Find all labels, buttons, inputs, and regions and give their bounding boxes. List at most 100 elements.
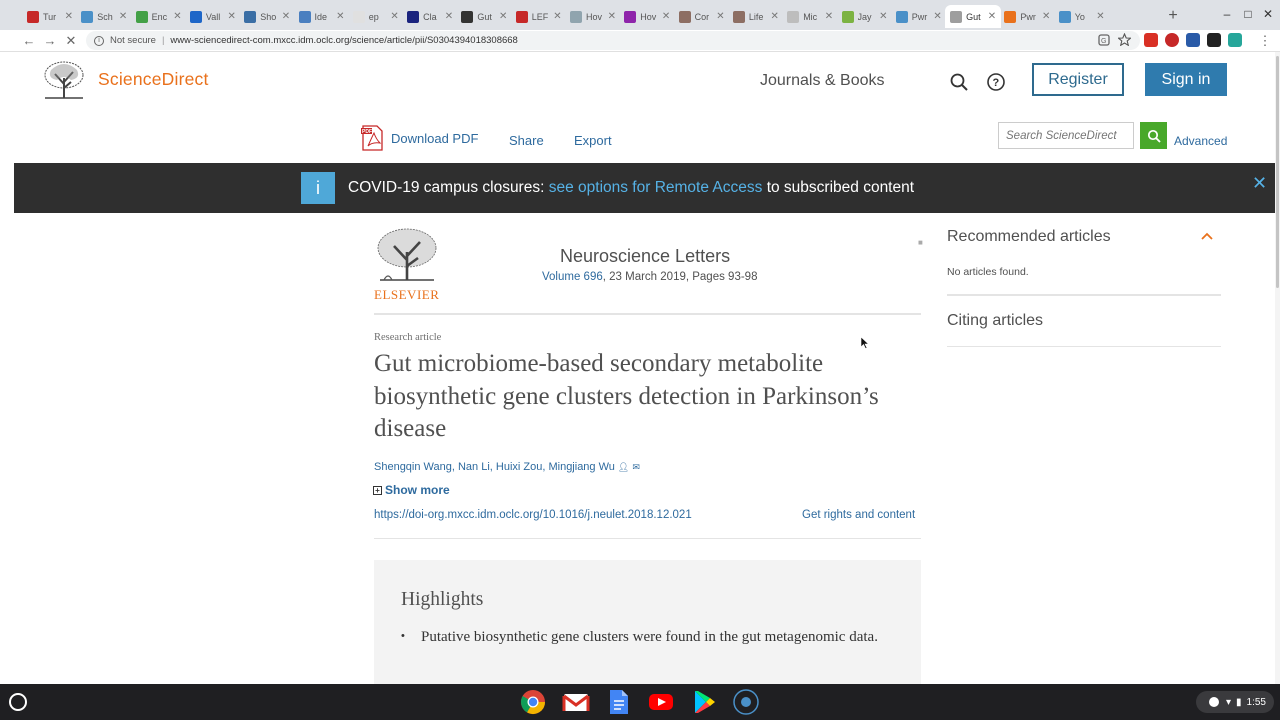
pocket-extension-icon[interactable] <box>1186 33 1200 47</box>
chrome-app-icon[interactable] <box>519 688 547 716</box>
tab-close-icon[interactable]: ✕ <box>553 11 561 22</box>
address-bar[interactable]: i Not secure | www-sciencedirect-com.mxc… <box>86 31 1140 50</box>
register-button[interactable]: Register <box>1032 63 1124 96</box>
gmail-extension-icon[interactable] <box>1144 33 1158 47</box>
elsevier-tree-logo-icon[interactable] <box>41 60 87 100</box>
tab-6[interactable]: ep ✕ <box>348 5 404 28</box>
minimize-icon[interactable]: – <box>1216 6 1238 22</box>
sign-in-button[interactable]: Sign in <box>1145 63 1227 96</box>
tab-11[interactable]: Hov ✕ <box>619 5 675 28</box>
tab-9[interactable]: LEF ✕ <box>511 5 567 28</box>
forward-icon[interactable]: → <box>41 32 59 50</box>
scrollbar-thumb[interactable] <box>1276 56 1279 288</box>
tab-close-icon[interactable]: ✕ <box>608 11 616 22</box>
tab-1[interactable]: Sch ✕ <box>76 5 132 28</box>
volume-link[interactable]: Volume 696 <box>542 271 603 283</box>
tab-close-icon[interactable]: ✕ <box>228 11 236 22</box>
extension-icon-2[interactable] <box>1228 33 1242 47</box>
show-more-button[interactable]: + Show more <box>373 483 450 497</box>
tab-7[interactable]: Cla ✕ <box>402 5 458 28</box>
citing-articles-heading[interactable]: Citing articles <box>947 312 1043 330</box>
recommended-articles-heading[interactable]: Recommended articles <box>947 228 1111 246</box>
adblock-extension-icon[interactable] <box>1165 33 1179 47</box>
play-store-app-icon[interactable] <box>690 688 718 716</box>
new-tab-button[interactable]: + <box>1164 7 1182 25</box>
tab-close-icon[interactable]: ✕ <box>173 11 181 22</box>
search-submit-button[interactable] <box>1140 122 1167 149</box>
pdf-icon: PDF <box>361 125 383 151</box>
notification-icon <box>1208 697 1219 707</box>
tab-close-icon[interactable]: ✕ <box>1042 11 1050 22</box>
extension-icon[interactable] <box>1207 33 1221 47</box>
tab-close-icon[interactable]: ✕ <box>65 11 73 22</box>
export-button[interactable]: Export <box>574 133 612 148</box>
maximize-icon[interactable]: □ <box>1237 6 1259 22</box>
menu-dots-icon[interactable]: ⋮ <box>1256 32 1274 50</box>
tab-favicon-icon <box>841 10 854 23</box>
bookmark-star-icon[interactable] <box>1118 33 1131 46</box>
launcher-icon[interactable] <box>9 693 27 711</box>
tab-19[interactable]: Yo ✕ <box>1054 5 1110 28</box>
tab-15[interactable]: Jay ✕ <box>837 5 893 28</box>
tab-close-icon[interactable]: ✕ <box>879 11 887 22</box>
gmail-app-icon[interactable] <box>562 688 590 716</box>
tab-0[interactable]: Tur ✕ <box>22 5 78 28</box>
web-page: ScienceDirect Journals & Books ? Registe… <box>14 52 1279 684</box>
tab-close-icon[interactable]: ✕ <box>771 11 779 22</box>
docs-app-icon[interactable] <box>604 688 632 716</box>
tab-17[interactable]: Gut ✕ <box>945 5 1002 28</box>
tab-close-icon[interactable]: ✕ <box>445 11 453 22</box>
tab-4[interactable]: Sho ✕ <box>239 5 295 28</box>
sciencedirect-logo[interactable]: ScienceDirect <box>98 69 209 90</box>
download-pdf-button[interactable]: PDF Download PDF <box>360 125 478 151</box>
tab-14[interactable]: Mic ✕ <box>782 5 838 28</box>
system-tray[interactable]: ▾ ▮ 1:55 <box>1196 691 1274 713</box>
advanced-search-link[interactable]: Advanced <box>1174 134 1227 148</box>
journal-name-link[interactable]: Neuroscience Letters <box>560 246 730 267</box>
tab-close-icon[interactable]: ✕ <box>716 11 724 22</box>
tab-12[interactable]: Cor ✕ <box>674 5 730 28</box>
tab-5[interactable]: Ide ✕ <box>294 5 350 28</box>
tab-close-icon[interactable]: ✕ <box>933 11 941 22</box>
journals-books-link[interactable]: Journals & Books <box>760 72 885 90</box>
back-icon[interactable]: ← <box>20 32 38 50</box>
tab-close-icon[interactable]: ✕ <box>825 11 833 22</box>
tab-18[interactable]: Pwr ✕ <box>999 5 1055 28</box>
help-icon[interactable]: ? <box>985 71 1007 93</box>
url-text: www-sciencedirect-com.mxcc.idm.oclc.org/… <box>170 35 518 46</box>
close-window-icon[interactable]: ✕ <box>1257 6 1279 22</box>
close-banner-icon[interactable]: ✕ <box>1252 173 1267 194</box>
elsevier-wordmark: ELSEVIER <box>374 287 440 302</box>
youtube-app-icon[interactable] <box>647 688 675 716</box>
tab-close-icon[interactable]: ✕ <box>336 11 344 22</box>
tab-2[interactable]: Enc ✕ <box>131 5 187 28</box>
tab-10[interactable]: Hov ✕ <box>565 5 621 28</box>
tab-label: Vall <box>205 11 221 22</box>
search-input[interactable] <box>998 122 1134 149</box>
search-icon[interactable] <box>948 71 970 93</box>
rights-content-link[interactable]: Get rights and content <box>802 509 915 521</box>
assistant-app-icon[interactable] <box>732 688 760 716</box>
person-icon[interactable]: 👤︎ <box>618 462 629 473</box>
tab-8[interactable]: Gut ✕ <box>456 5 512 28</box>
stop-loading-icon[interactable]: ✕ <box>62 32 80 50</box>
tab-close-icon[interactable]: ✕ <box>390 11 398 22</box>
tab-close-icon[interactable]: ✕ <box>988 11 996 22</box>
site-info-icon[interactable]: i <box>94 35 104 46</box>
tab-13[interactable]: Life ✕ <box>728 5 784 28</box>
tab-close-icon[interactable]: ✕ <box>662 11 670 22</box>
authors-links[interactable]: Shengqin Wang, Nan Li, Huixi Zou, Mingji… <box>374 461 615 473</box>
tab-close-icon[interactable]: ✕ <box>282 11 290 22</box>
tab-3[interactable]: Vall ✕ <box>185 5 241 28</box>
tab-close-icon[interactable]: ✕ <box>119 11 127 22</box>
elsevier-journal-logo-icon[interactable] <box>374 226 440 282</box>
remote-access-link[interactable]: see options for Remote Access <box>549 179 763 196</box>
tab-16[interactable]: Pwr ✕ <box>891 5 947 28</box>
share-button[interactable]: Share <box>509 133 544 148</box>
email-icon[interactable]: ✉ <box>632 462 640 473</box>
tab-close-icon[interactable]: ✕ <box>1096 11 1104 22</box>
tab-close-icon[interactable]: ✕ <box>499 11 507 22</box>
translate-icon[interactable]: G <box>1098 34 1110 46</box>
doi-link[interactable]: https://doi-org.mxcc.idm.oclc.org/10.101… <box>374 509 692 521</box>
chevron-up-icon[interactable] <box>1200 229 1214 243</box>
